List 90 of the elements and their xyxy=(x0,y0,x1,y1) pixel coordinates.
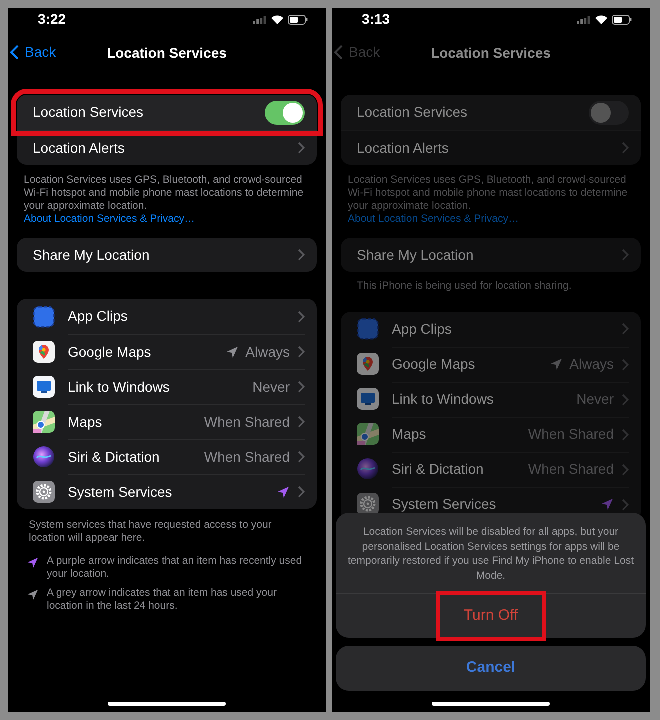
footer-text: Location Services uses GPS, Bluetooth, and crowd-sourced Wi-Fi hotspot and mobile phone mast locations to determine your approximate location. About Location Services & Privacy… xyxy=(23,174,305,226)
app-row[interactable]: Siri & Dictation When Shared xyxy=(341,452,641,487)
note-text: System services that have requested access to your location will appear here. xyxy=(28,519,273,545)
sheet-message: Location Services will be disabled for all apps, but your personalised Location Services settings for apps will be temporarily restored if you use Find My iPhone to enable Lost Mode. xyxy=(347,525,635,584)
turn-off-button[interactable]: Turn Off xyxy=(336,593,646,638)
chevron-icon xyxy=(622,394,629,406)
chevron-icon xyxy=(298,142,305,154)
page-title: Location Services xyxy=(431,44,551,62)
app-name: Maps xyxy=(68,412,104,432)
app-permission: Always xyxy=(570,355,614,374)
app-row[interactable]: Google Maps Always xyxy=(17,334,317,369)
chevron-icon xyxy=(298,249,305,261)
page-title: Location Services xyxy=(107,44,227,62)
chevron-icon xyxy=(298,346,305,358)
map-icon xyxy=(33,410,55,432)
app-row[interactable]: App Clips xyxy=(17,299,317,334)
chevron-icon xyxy=(622,464,629,476)
app-row[interactable]: System Services xyxy=(17,474,317,509)
app-name: Link to Windows xyxy=(392,390,495,410)
app-row[interactable]: Google Maps Always xyxy=(341,346,641,382)
chevron-icon xyxy=(622,142,629,154)
app-name: System Services xyxy=(68,482,174,502)
app-name: Siri & Dictation xyxy=(392,460,485,480)
row-label: Location Services xyxy=(357,103,468,122)
chevron-icon xyxy=(298,451,305,463)
app-permission: When Shared xyxy=(204,448,290,466)
back-chevron-icon xyxy=(10,45,19,60)
chevron-icon xyxy=(298,416,305,428)
map-pin-icon xyxy=(33,340,55,362)
footer-text: Location Services uses GPS, Bluetooth, and crowd-sourced Wi-Fi hotspot and mobile phone mast locations to determine your approximate location. About Location Services & Privacy… xyxy=(347,174,629,226)
back-chevron-icon xyxy=(334,45,343,60)
app-permission: Always xyxy=(246,342,290,362)
chevron-icon xyxy=(298,310,305,322)
app-row[interactable]: Maps When Shared xyxy=(17,404,317,439)
chevron-icon xyxy=(298,486,305,498)
dashed-square-icon xyxy=(357,318,379,340)
app-row[interactable]: Siri & Dictation When Shared xyxy=(17,439,317,474)
note-text: This iPhone is being used for location sharing. xyxy=(356,279,573,294)
app-permission: When Shared xyxy=(528,460,614,480)
app-name: App Clips xyxy=(68,307,129,326)
row-label: Location Services xyxy=(33,103,144,122)
wifi-icon xyxy=(271,14,284,24)
list-row[interactable]: Share My Location xyxy=(341,238,641,272)
signal-icon xyxy=(253,15,267,24)
app-permission: Never xyxy=(252,378,290,396)
orb-icon xyxy=(357,458,379,480)
app-name: Maps xyxy=(392,425,428,444)
gear-icon xyxy=(357,493,379,516)
app-name: System Services xyxy=(392,495,498,514)
list-row[interactable]: Share My Location xyxy=(17,238,317,272)
chevron-icon xyxy=(622,358,629,371)
app-row[interactable]: Link to Windows Never xyxy=(341,382,641,417)
app-permission: When Shared xyxy=(528,425,614,444)
legend-text: A purple arrow indicates that an item has recently used your location. xyxy=(47,555,304,581)
legend-text: A grey arrow indicates that an item has used your location in the last 24 hours. xyxy=(47,587,278,613)
status-time: 3:13 xyxy=(362,10,390,29)
battery-icon xyxy=(288,14,308,24)
battery-icon xyxy=(612,14,632,24)
map-icon xyxy=(357,423,379,446)
status-time: 3:22 xyxy=(38,10,66,29)
signal-icon xyxy=(577,15,591,24)
chevron-icon xyxy=(298,381,305,393)
app-name: Google Maps xyxy=(68,342,152,362)
list-row[interactable]: Location Alerts xyxy=(341,130,641,165)
chevron-icon xyxy=(622,323,629,336)
list-row[interactable]: Location Alerts xyxy=(17,130,317,165)
app-name: App Clips xyxy=(392,320,453,339)
toggle-switch[interactable] xyxy=(589,100,629,124)
monitor-icon xyxy=(357,388,379,410)
map-pin-icon xyxy=(357,353,379,376)
chevron-icon xyxy=(622,498,629,511)
monitor-icon xyxy=(33,376,55,398)
app-row[interactable]: Link to Windows Never xyxy=(17,369,317,404)
gear-icon xyxy=(33,480,55,502)
app-row[interactable]: App Clips xyxy=(341,312,641,347)
cancel-button[interactable]: Cancel xyxy=(336,646,646,691)
dashed-square-icon xyxy=(33,306,55,328)
orb-icon xyxy=(33,446,55,468)
wifi-icon xyxy=(595,14,608,24)
app-permission: When Shared xyxy=(204,412,290,432)
privacy-link[interactable]: About Location Services & Privacy… xyxy=(24,213,195,225)
app-name: Siri & Dictation xyxy=(68,448,161,466)
app-permission: Never xyxy=(576,390,614,410)
chevron-icon xyxy=(622,249,629,261)
toggle-switch[interactable] xyxy=(265,100,305,124)
chevron-icon xyxy=(622,428,629,441)
app-name: Google Maps xyxy=(392,355,476,374)
app-name: Link to Windows xyxy=(68,378,171,396)
back-button[interactable]: Back xyxy=(10,42,56,63)
app-row[interactable]: Maps When Shared xyxy=(341,416,641,452)
